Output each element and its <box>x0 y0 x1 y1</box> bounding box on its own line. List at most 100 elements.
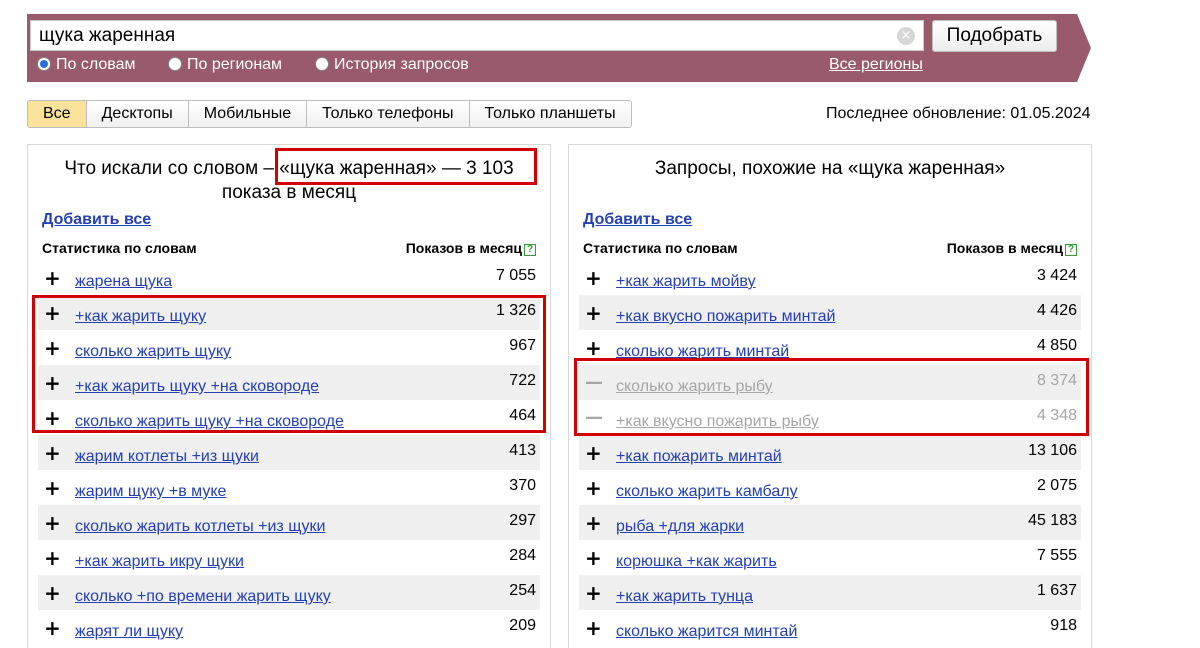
radio-label: История запросов <box>334 56 469 73</box>
keyword-row: + сколько жарить котлеты +из щуки 297 <box>38 505 540 540</box>
col-shows: Показов в месяц? <box>406 240 536 256</box>
plus-icon[interactable]: + <box>585 546 602 570</box>
radio-by-regions[interactable]: По регионам <box>168 56 282 74</box>
shows-count: 7 555 <box>1036 547 1077 564</box>
keyword-row: + жарена щука 7 055 <box>38 260 540 295</box>
keyword-row: + +как жарить тунца 1 637 <box>579 575 1081 610</box>
keyword-row: + +как жарить мойву 3 424 <box>579 260 1081 295</box>
keyword-link[interactable]: сколько +по времени жарить щуку <box>75 588 331 606</box>
help-icon[interactable]: ? <box>1065 244 1077 256</box>
keyword-row: + жарим котлеты +из щуки 413 <box>38 435 540 470</box>
col-words: Статистика по словам <box>42 240 197 256</box>
search-input[interactable]: щука жаренная <box>30 20 924 51</box>
keyword-row: + +как пожарить минтай 13 106 <box>579 435 1081 470</box>
highlight-box-left-rows <box>32 295 546 433</box>
radio-label: По регионам <box>187 56 283 73</box>
tab-desktops[interactable]: Десктопы <box>86 101 189 127</box>
keyword-link[interactable]: +как жарить икру щуки <box>75 553 244 571</box>
clear-icon[interactable]: × <box>897 27 915 45</box>
shows-count: 4 426 <box>1036 302 1077 319</box>
title-prefix: Что искали со словом – <box>64 158 274 179</box>
shows-count: 13 106 <box>1028 442 1077 459</box>
col-shows-label: Показов в месяц <box>946 240 1063 256</box>
radio-icon <box>168 57 182 71</box>
plus-icon[interactable]: + <box>44 546 61 570</box>
keyword-link[interactable]: +как пожарить минтай <box>616 448 782 466</box>
shows-count: 7 055 <box>495 267 536 284</box>
keyword-link[interactable]: жарим котлеты +из щуки <box>75 448 259 466</box>
col-shows-label: Показов в месяц <box>405 240 522 256</box>
radio-icon <box>37 57 51 71</box>
search-band-arrow <box>1077 14 1091 82</box>
shows-count: 370 <box>509 477 536 494</box>
shows-count: 3 424 <box>1036 267 1077 284</box>
keyword-row: + +как жарить икру щуки 284 <box>38 540 540 575</box>
keyword-link[interactable]: жарена щука <box>75 273 172 291</box>
plus-icon[interactable]: + <box>585 301 602 325</box>
add-all-link[interactable]: Добавить все <box>42 211 151 229</box>
tab-mobile[interactable]: Мобильные <box>188 101 308 127</box>
highlight-box-right-rows <box>574 358 1089 436</box>
keyword-row: + +как вкусно пожарить минтай 4 426 <box>579 295 1081 330</box>
right-rows: + +как жарить мойву 3 424 + +как вкусно пожа… <box>579 260 1081 645</box>
shows-count: 4 850 <box>1036 337 1077 354</box>
shows-count: 254 <box>509 582 536 599</box>
plus-icon[interactable]: + <box>585 616 602 640</box>
shows-count: 297 <box>509 512 536 529</box>
help-icon[interactable]: ? <box>524 244 536 256</box>
keyword-link[interactable]: сколько жарить камбалу <box>616 483 798 501</box>
title-suffix: показа в месяц <box>221 182 357 203</box>
shows-count: 209 <box>509 617 536 634</box>
plus-icon[interactable]: + <box>585 511 602 535</box>
plus-icon[interactable]: + <box>44 476 61 500</box>
shows-count: 1 637 <box>1036 582 1077 599</box>
keyword-row: + жарят ли щуку 209 <box>38 610 540 645</box>
plus-icon[interactable]: + <box>44 441 61 465</box>
add-all-link[interactable]: Добавить все <box>583 211 692 229</box>
shows-count: 413 <box>509 442 536 459</box>
tab-tablets-only[interactable]: Только планшеты <box>469 101 631 127</box>
plus-icon[interactable]: + <box>585 441 602 465</box>
plus-icon[interactable]: + <box>585 266 602 290</box>
plus-icon[interactable]: + <box>585 476 602 500</box>
plus-icon[interactable]: + <box>44 266 61 290</box>
keyword-link[interactable]: +как вкусно пожарить минтай <box>616 308 835 326</box>
plus-icon[interactable]: + <box>585 336 602 360</box>
pick-button[interactable]: Подобрать <box>932 20 1057 52</box>
highlight-box-title <box>275 148 537 185</box>
keyword-row: + жарим щуку +в муке 370 <box>38 470 540 505</box>
shows-count: 2 075 <box>1036 477 1077 494</box>
radio-by-words[interactable]: По словам <box>37 56 135 74</box>
keyword-row: + сколько жарится минтай 918 <box>579 610 1081 645</box>
keyword-row: + корюшка +как жарить 7 555 <box>579 540 1081 575</box>
radio-history[interactable]: История запросов <box>315 56 469 74</box>
keyword-row: + рыба +для жарки 45 183 <box>579 505 1081 540</box>
keyword-link[interactable]: корюшка +как жарить <box>616 553 777 571</box>
keyword-link[interactable]: жарят ли щуку <box>75 623 183 641</box>
keyword-link[interactable]: сколько жарится минтай <box>616 623 797 641</box>
keyword-link[interactable]: сколько жарить котлеты +из щуки <box>75 518 326 536</box>
keyword-link[interactable]: +как жарить тунца <box>616 588 753 606</box>
shows-count: 45 183 <box>1028 512 1077 529</box>
device-tabs: Все Десктопы Мобильные Только телефоны Т… <box>27 100 632 128</box>
plus-icon[interactable]: + <box>44 511 61 535</box>
col-shows: Показов в месяц? <box>947 240 1077 256</box>
last-update: Последнее обновление: 01.05.2024 <box>826 105 1091 122</box>
all-regions-link[interactable]: Все регионы <box>829 56 923 74</box>
shows-count: 284 <box>509 547 536 564</box>
col-words: Статистика по словам <box>583 240 738 256</box>
tab-phones-only[interactable]: Только телефоны <box>307 101 470 127</box>
plus-icon[interactable]: + <box>585 581 602 605</box>
plus-icon[interactable]: + <box>44 581 61 605</box>
tab-all[interactable]: Все <box>28 101 87 127</box>
keyword-link[interactable]: +как жарить мойву <box>616 273 756 291</box>
right-panel-title: Запросы, похожие на «щука жаренная» <box>654 158 1006 179</box>
keyword-row: + сколько +по времени жарить щуку 254 <box>38 575 540 610</box>
radio-label: По словам <box>56 56 136 73</box>
shows-count: 918 <box>1050 617 1077 634</box>
keyword-link[interactable]: жарим щуку +в муке <box>75 483 226 501</box>
keyword-row: + сколько жарить камбалу 2 075 <box>579 470 1081 505</box>
radio-icon <box>315 57 329 71</box>
keyword-link[interactable]: рыба +для жарки <box>616 518 744 536</box>
plus-icon[interactable]: + <box>44 616 61 640</box>
